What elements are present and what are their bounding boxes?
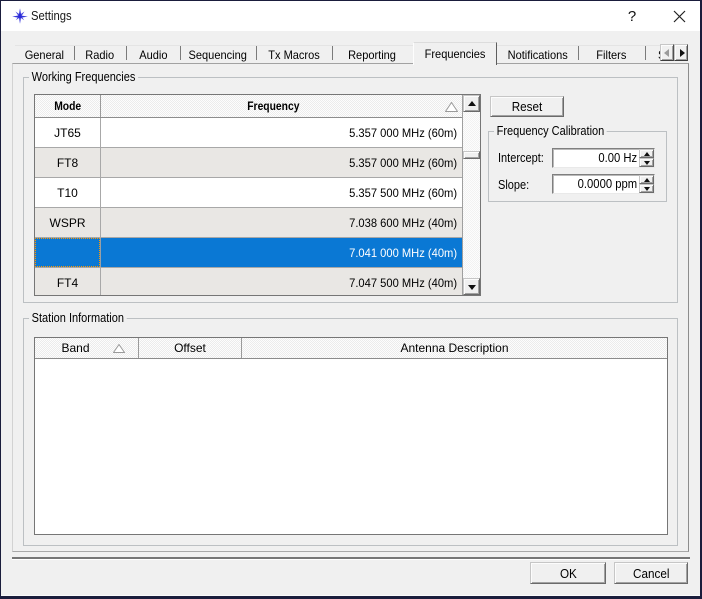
scroll-left-icon	[664, 49, 669, 57]
tab-radio[interactable]: Radio	[74, 45, 126, 64]
tab-general[interactable]: General	[15, 45, 74, 64]
titlebar[interactable]: Settings ?	[1, 1, 700, 31]
tab-sequencing[interactable]: Sequencing	[180, 45, 256, 64]
tab-scroll-right-button[interactable]	[674, 44, 688, 61]
slope-spinbox[interactable]: 0.0000 ppm	[552, 174, 655, 194]
intercept-spin-buttons	[639, 149, 654, 167]
tab-separator	[180, 46, 181, 60]
sort-triangle-shape	[113, 344, 125, 353]
scroll-up-icon	[468, 101, 476, 106]
station-information-table[interactable]: Band Offset Antenna Description	[34, 337, 668, 535]
tab-scroll-left-button[interactable]	[660, 44, 674, 61]
scrollbar-down-button[interactable]	[463, 278, 480, 295]
frequency-row[interactable]: FT4 7.047 500 MHz (40m)	[35, 268, 462, 295]
spin-up-icon	[643, 177, 650, 182]
tab-filters[interactable]: Filters	[578, 45, 645, 64]
button-separator-line	[12, 557, 690, 560]
sort-ascending-icon	[113, 344, 125, 353]
tab-reporting[interactable]: Reporting	[332, 45, 413, 64]
tab-frequencies[interactable]: Frequencies	[413, 42, 497, 65]
tab-separator	[74, 46, 75, 60]
sort-triangle-shape	[445, 102, 458, 112]
sort-ascending-icon	[445, 102, 458, 112]
intercept-label: Intercept:	[498, 151, 544, 165]
column-header-antenna[interactable]: Antenna Description	[242, 338, 667, 358]
frequency-row[interactable]: JT65 5.357 000 MHz (60m)	[35, 118, 462, 148]
slope-label: Slope:	[498, 178, 530, 192]
cell-focus-rect	[35, 238, 100, 267]
settings-dialog: Settings ? General Radio Audio Sequencin…	[0, 0, 702, 599]
spin-down-icon	[643, 186, 650, 191]
spin-up-icon	[643, 151, 650, 156]
ok-button[interactable]: OK	[530, 562, 606, 584]
column-header-frequency[interactable]: Frequency	[101, 95, 462, 117]
spin-down-icon	[643, 160, 650, 165]
intercept-spinbox[interactable]: 0.00 Hz	[552, 148, 655, 168]
scrollbar-up-button[interactable]	[463, 95, 480, 112]
spin-down-button[interactable]	[639, 158, 654, 167]
tab-separator	[578, 46, 579, 60]
column-header-offset[interactable]: Offset	[139, 338, 242, 358]
tab-bar: General Radio Audio Sequencing Tx Macros…	[0, 42, 702, 65]
working-frequencies-header: Mode Frequency	[35, 95, 462, 118]
tab-separator	[126, 46, 127, 60]
tab-scheduler-partial[interactable]: Scheduler	[645, 45, 660, 64]
frequency-row-selected[interactable]: 7.041 000 MHz (40m)	[35, 238, 462, 268]
tab-separator	[645, 46, 646, 60]
station-information-header: Band Offset Antenna Description	[35, 338, 667, 359]
tab-audio[interactable]: Audio	[126, 45, 180, 64]
working-frequencies-table-main: Mode Frequency JT65 5.357 000 MHz (60m) …	[35, 95, 462, 295]
vertical-scrollbar[interactable]	[462, 95, 480, 295]
tab-separator	[256, 46, 257, 60]
working-frequencies-label: Working Frequencies	[29, 70, 139, 85]
column-header-band[interactable]: Band	[35, 338, 139, 358]
close-button[interactable]	[658, 1, 700, 31]
close-icon	[673, 10, 685, 22]
column-header-mode[interactable]: Mode	[35, 95, 101, 117]
working-frequencies-rows: JT65 5.357 000 MHz (60m) FT8 5.357 000 M…	[35, 118, 462, 295]
spin-down-button[interactable]	[639, 184, 654, 193]
app-icon	[12, 8, 28, 24]
tab-notifications[interactable]: Notifications	[497, 45, 578, 64]
frequency-row[interactable]: T10 5.357 500 MHz (60m)	[35, 178, 462, 208]
frequency-calibration-label: Frequency Calibration	[494, 124, 607, 139]
scrollbar-thumb[interactable]	[463, 151, 480, 159]
tab-tx-macros[interactable]: Tx Macros	[256, 45, 332, 64]
spin-up-button[interactable]	[639, 149, 654, 158]
frequency-row[interactable]: WSPR 7.038 600 MHz (40m)	[35, 208, 462, 238]
scroll-down-icon	[468, 285, 476, 290]
scroll-right-icon	[680, 49, 685, 57]
working-frequencies-table[interactable]: Mode Frequency JT65 5.357 000 MHz (60m) …	[34, 94, 481, 296]
reset-button[interactable]: Reset	[490, 96, 564, 117]
station-information-label: Station Information	[29, 311, 127, 326]
tab-separator	[332, 46, 333, 60]
spin-up-button[interactable]	[639, 175, 654, 184]
frequency-row[interactable]: FT8 5.357 000 MHz (60m)	[35, 148, 462, 178]
help-button[interactable]: ?	[611, 1, 653, 31]
intercept-value: 0.00 Hz	[598, 151, 638, 165]
cancel-button[interactable]: Cancel	[614, 562, 688, 584]
window-title: Settings	[31, 9, 72, 23]
slope-spin-buttons	[639, 175, 654, 193]
slope-value: 0.0000 ppm	[577, 177, 638, 191]
